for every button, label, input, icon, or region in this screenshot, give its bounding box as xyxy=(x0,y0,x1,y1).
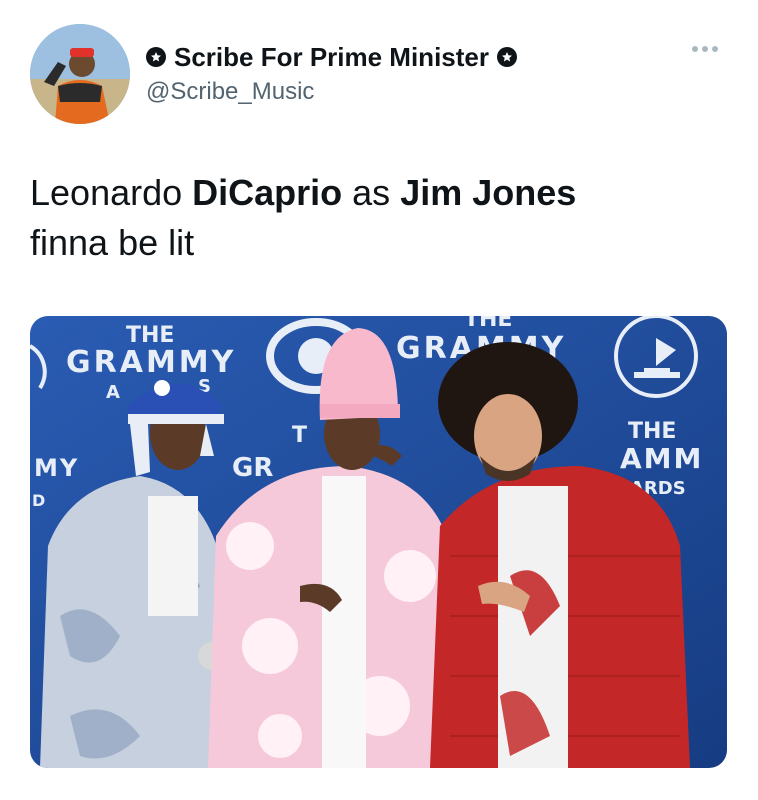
backdrop-text: AMM xyxy=(620,442,703,475)
display-name: Scribe For Prime Minister xyxy=(174,42,489,72)
display-name-row[interactable]: Scribe For Prime Minister xyxy=(146,42,517,72)
tweet-text: Leonardo DiCaprio as Jim Jones finna be … xyxy=(30,168,730,268)
backdrop-text: MY xyxy=(34,454,79,482)
star-icon xyxy=(146,47,166,67)
tweet-text-bold: Jim Jones xyxy=(400,172,577,213)
avatar-image xyxy=(30,24,130,124)
grammy-photo: THE GRAMMY A S MY D T GR THE GRAMMY THE … xyxy=(30,316,727,768)
tweet-text-part: finna be lit xyxy=(30,222,195,263)
tweet-text-part: Leonardo xyxy=(30,172,193,213)
tweet-text-part: as xyxy=(342,172,401,213)
star-icon xyxy=(496,47,517,67)
user-handle[interactable]: @Scribe_Music xyxy=(146,78,517,106)
tweet-media-image[interactable]: THE GRAMMY A S MY D T GR THE GRAMMY THE … xyxy=(30,316,727,768)
more-options-icon[interactable] xyxy=(692,46,718,52)
tweet-header: Scribe For Prime Minister @Scribe_Music xyxy=(30,24,730,124)
backdrop-text: D xyxy=(32,491,45,510)
backdrop-text: A xyxy=(106,382,120,403)
backdrop-text: GR xyxy=(232,453,273,483)
backdrop-text: GRAMMY xyxy=(66,345,236,380)
backdrop-text: T xyxy=(292,423,307,448)
avatar[interactable] xyxy=(30,24,130,124)
user-names: Scribe For Prime Minister @Scribe_Music xyxy=(146,42,517,106)
tweet-text-bold: DiCaprio xyxy=(192,172,343,213)
backdrop-text: THE xyxy=(628,419,676,444)
backdrop-text: THE xyxy=(464,316,512,332)
